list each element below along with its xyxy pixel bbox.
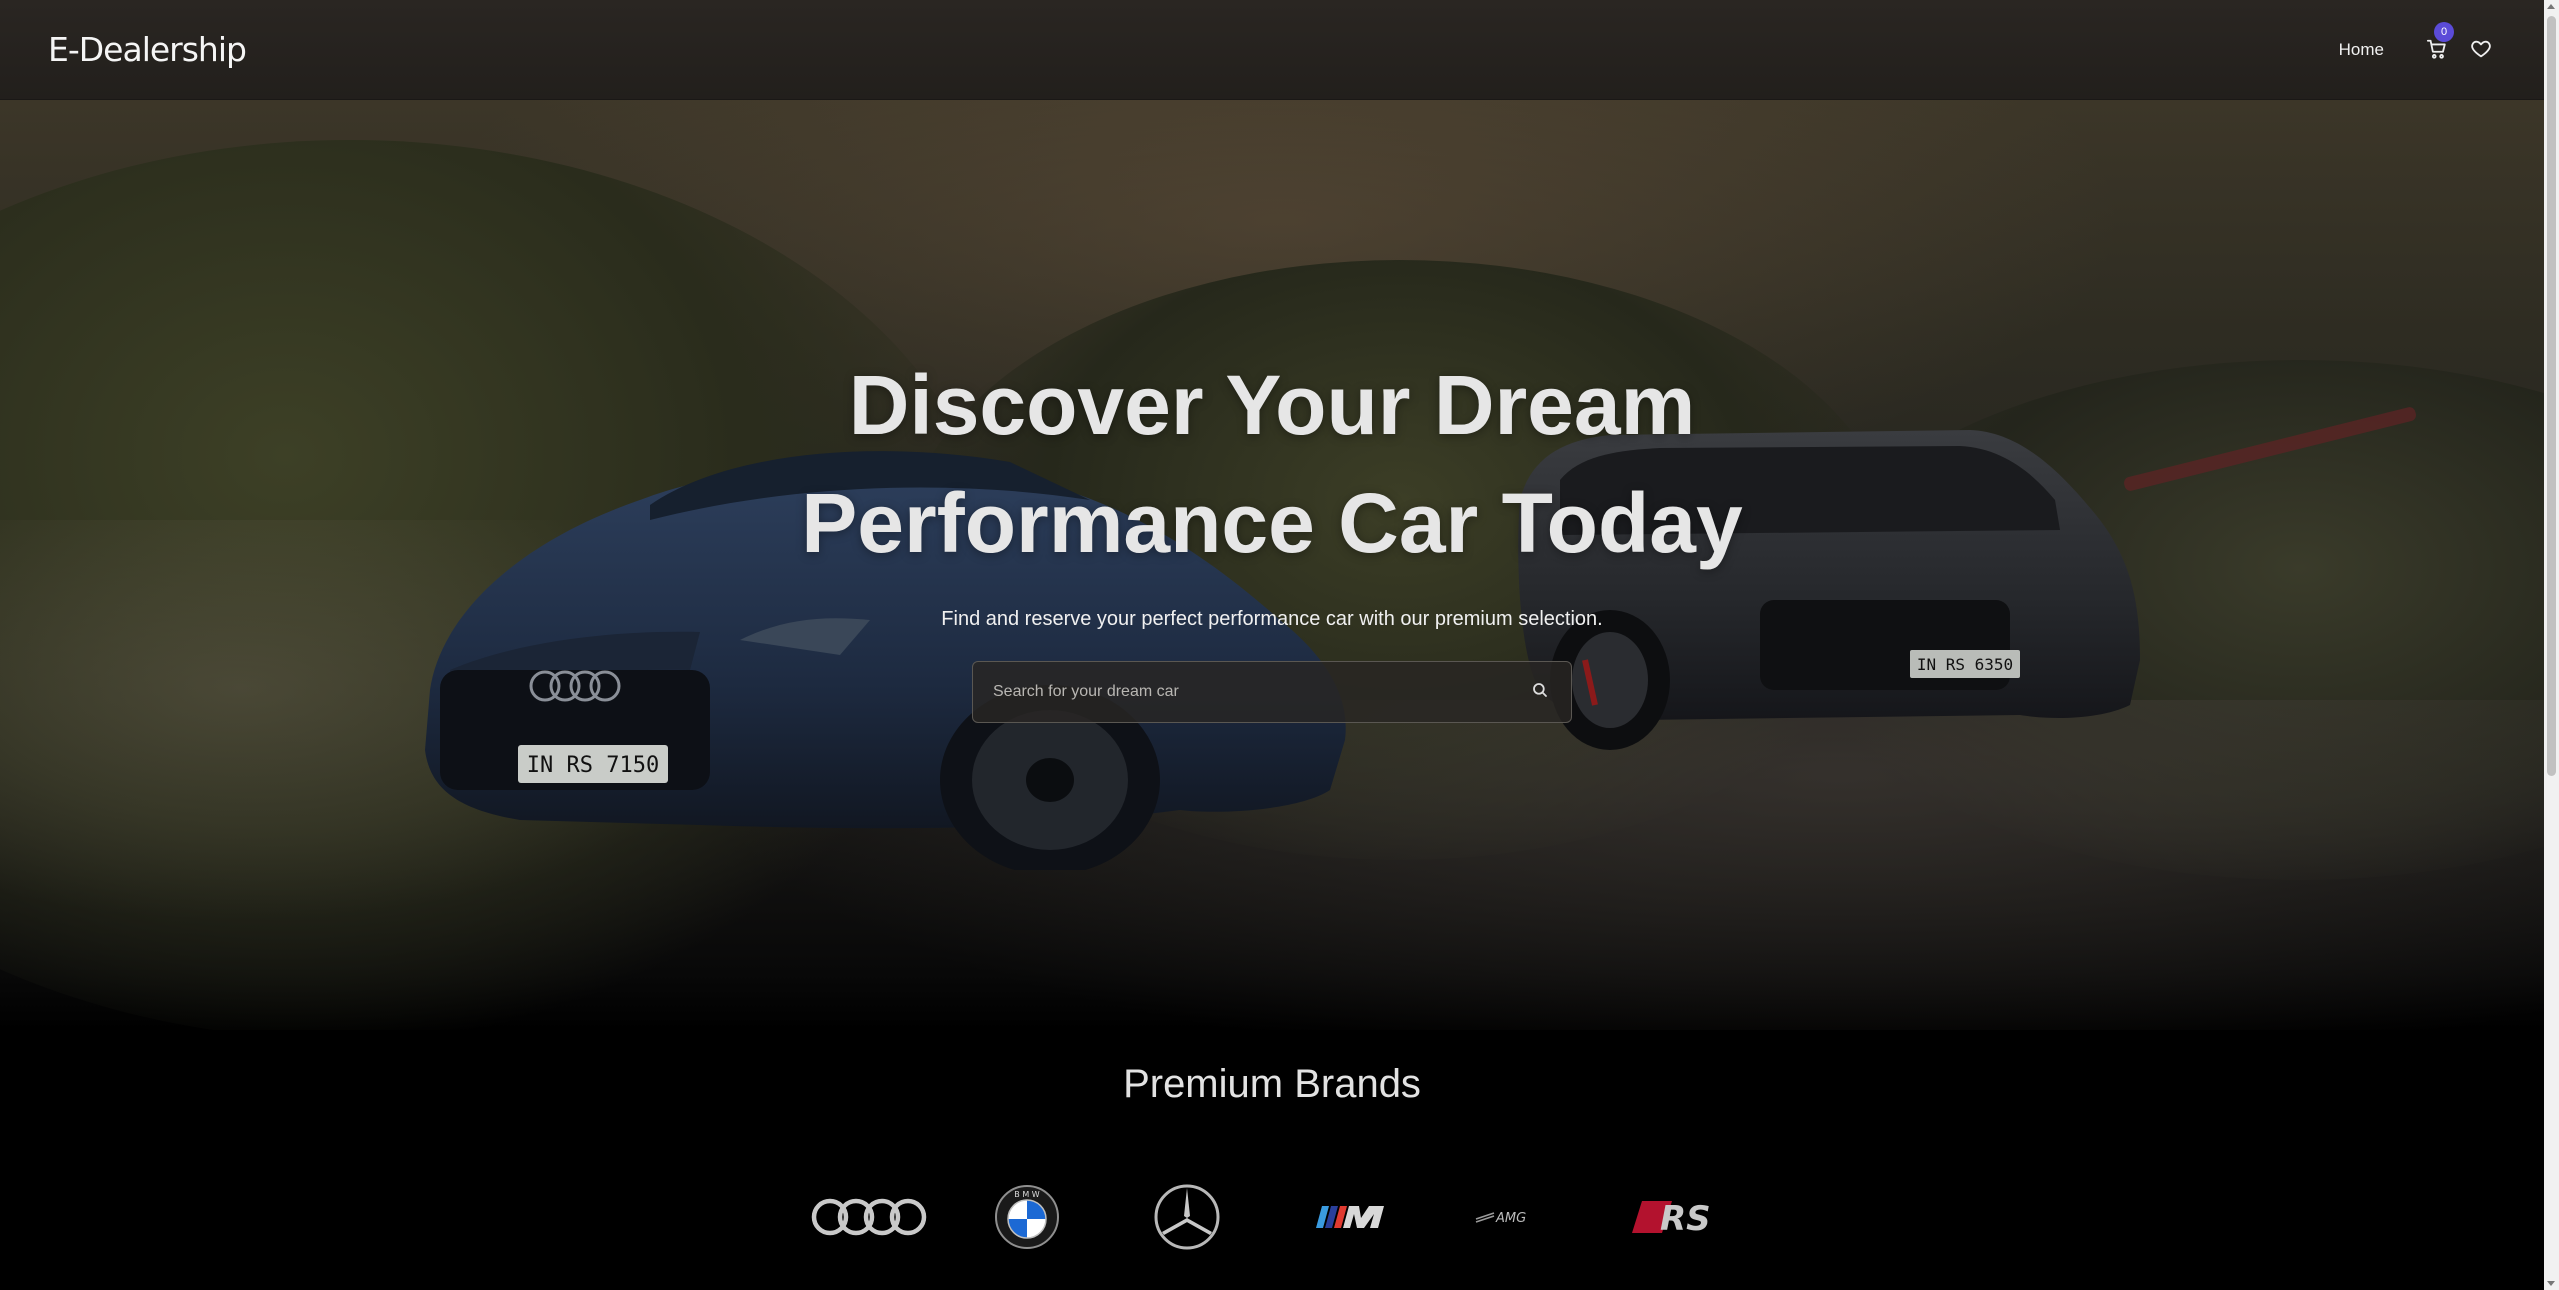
audi-rings-icon [811, 1198, 927, 1236]
audi-rs-logo[interactable]: RS [1632, 1181, 1736, 1253]
rs-text: RS [1660, 1199, 1711, 1237]
amg-text: AMG [1495, 1211, 1526, 1226]
hero-content: Discover Your Dream Performance Car Toda… [0, 100, 2544, 1030]
bmw-logo[interactable]: B M W [994, 1181, 1060, 1253]
site-header: E-Dealership Home 0 [0, 0, 2544, 100]
rs-badge-icon: RS [1632, 1199, 1711, 1237]
nav-home-link[interactable]: Home [2339, 40, 2384, 60]
m-badge-icon [1316, 1206, 1384, 1228]
scroll-down-icon[interactable] [2547, 1281, 2555, 1286]
cart-count-badge: 0 [2434, 21, 2454, 42]
amg-wordmark-icon: AMG [1475, 1211, 1526, 1226]
brands-section: Premium Brands B M W AMG RS [0, 1030, 2544, 1275]
hero-subtitle: Find and reserve your perfect performanc… [941, 608, 1603, 630]
bmw-roundel-icon: B M W [995, 1185, 1059, 1249]
search-icon[interactable] [1531, 681, 1549, 704]
search-bar [972, 661, 1572, 723]
hero-section: IN RS 7150 IN RS 6350 Discover Your Drea… [0, 100, 2544, 1030]
search-input[interactable] [993, 683, 1493, 701]
cart-icon [2426, 39, 2448, 64]
scroll-up-icon[interactable] [2547, 4, 2555, 9]
brand-logo-row: B M W AMG RS [810, 1181, 1730, 1253]
amg-logo[interactable]: AMG [1474, 1181, 1548, 1253]
mercedes-star-icon [1154, 1184, 1220, 1250]
mercedes-logo[interactable] [1152, 1181, 1222, 1253]
bmw-wordmark: B M W [1014, 1190, 1039, 1199]
site-logo[interactable]: E-Dealership [48, 30, 247, 69]
wishlist-button[interactable] [2470, 38, 2494, 62]
bmw-m-logo[interactable] [1314, 1181, 1388, 1253]
heart-icon [2470, 40, 2492, 64]
scroll-thumb[interactable] [2547, 16, 2556, 776]
brands-title: Premium Brands [1123, 1062, 1421, 1106]
page-scrollbar[interactable] [2544, 0, 2559, 1290]
cart-button[interactable]: 0 [2426, 21, 2454, 64]
audi-logo[interactable] [810, 1181, 930, 1253]
hero-title: Discover Your Dream Performance Car Toda… [801, 358, 1743, 570]
header-nav: Home 0 [2339, 21, 2494, 64]
